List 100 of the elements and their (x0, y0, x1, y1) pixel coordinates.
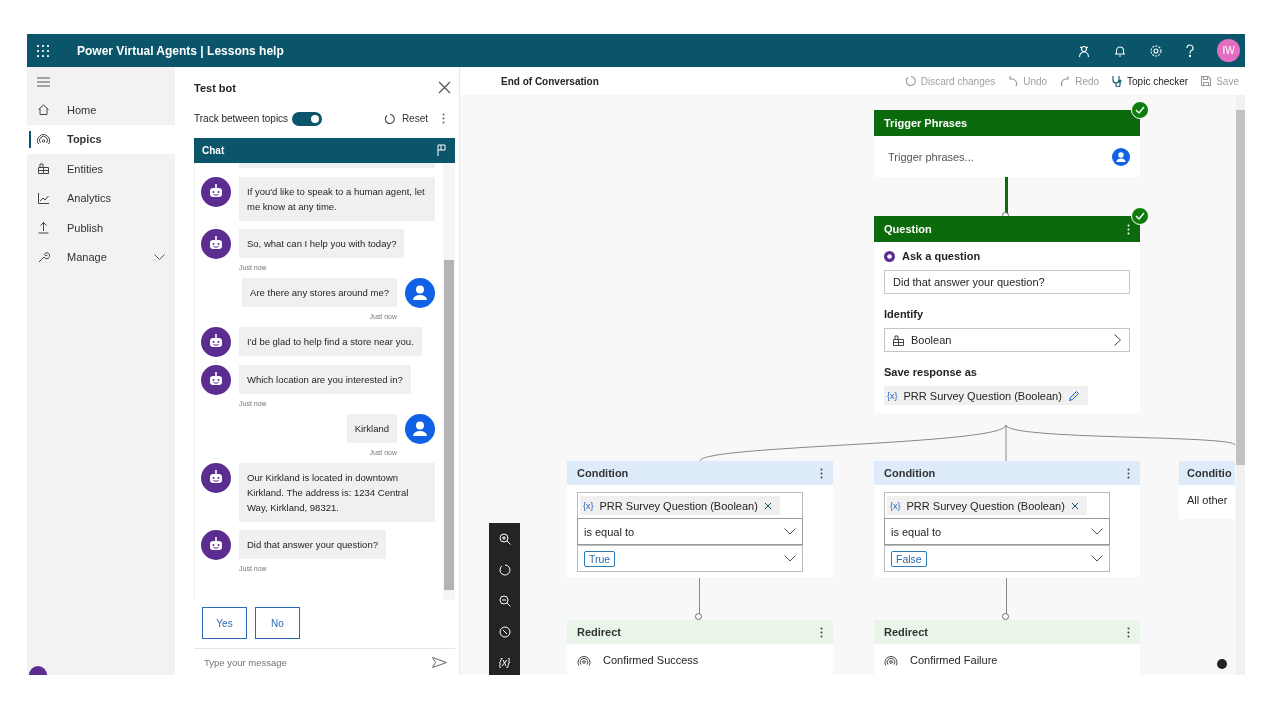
toolbar-button[interactable]: Topic checker (1105, 75, 1195, 87)
connector-line (1005, 177, 1008, 214)
bot-avatar-icon (201, 529, 231, 560)
bot-avatar-icon (201, 462, 231, 493)
app-title: Power Virtual Agents | Lessons help (77, 43, 284, 58)
pencil-icon[interactable] (1067, 389, 1080, 402)
flag-icon[interactable] (437, 144, 447, 157)
chevron-down-icon (1091, 528, 1103, 535)
scrollbar[interactable] (443, 162, 455, 601)
operator-dropdown[interactable]: is equal to (577, 518, 803, 545)
node-header: Condition (874, 461, 1140, 485)
bell-icon[interactable] (1113, 43, 1127, 58)
message-bubble: Which location are you interested in? (239, 364, 411, 394)
nav-item[interactable]: Entities (27, 154, 175, 184)
chat-title: Chat (202, 144, 225, 156)
bot-avatar-icon (201, 364, 231, 395)
redo-icon (1059, 75, 1072, 87)
topics-icon (37, 132, 50, 146)
panel-title: Test bot (194, 81, 236, 94)
zoom-out-icon[interactable] (498, 595, 511, 607)
nav-item[interactable]: Manage (27, 242, 175, 272)
trigger-node[interactable]: Trigger Phrases Trigger phrases... (874, 110, 1140, 177)
user-avatar-icon (405, 413, 435, 444)
connector-line (1006, 578, 1007, 614)
nav-item[interactable]: Home (27, 95, 175, 125)
nav-item[interactable]: Topics (27, 124, 175, 154)
condition-text: All other (1187, 494, 1228, 506)
bot-avatar-icon (201, 326, 231, 357)
reset-icon[interactable] (498, 564, 511, 576)
trigger-placeholder: Trigger phrases... (888, 150, 974, 163)
topic-icon (884, 654, 898, 666)
nav-item[interactable]: Analytics (27, 183, 175, 213)
user-avatar-icon (405, 277, 435, 308)
app-launcher-icon[interactable] (37, 44, 49, 57)
message-bubble: I'd be glad to help find a store near you. (239, 326, 422, 356)
toggle-label: Track between topics (194, 113, 289, 125)
help-icon[interactable] (1185, 43, 1195, 58)
node-header: Trigger Phrases (874, 110, 1140, 136)
save-icon (1200, 75, 1213, 87)
home-icon (37, 103, 50, 117)
analytics-icon (37, 191, 50, 205)
nav-item[interactable]: Publish (27, 213, 175, 243)
bot-avatar-icon (201, 228, 231, 259)
message-input[interactable]: Type your message (202, 655, 432, 669)
more-icon[interactable] (1127, 626, 1130, 638)
more-icon[interactable] (820, 626, 823, 638)
topic-title: End of Conversation (501, 75, 599, 87)
condition-node[interactable]: Conditio All other (1179, 461, 1235, 519)
entities-icon (37, 162, 50, 176)
avatar-icon[interactable] (29, 666, 47, 675)
settings-icon[interactable] (1149, 43, 1163, 58)
toggle-switch[interactable] (292, 111, 323, 126)
quick-reply-button[interactable]: Yes (202, 607, 247, 640)
reset-icon (383, 112, 396, 125)
node-header: Condition (567, 461, 833, 485)
reset-button[interactable]: Reset (383, 112, 438, 125)
redirect-node[interactable]: Redirect Confirmed Failure (874, 620, 1140, 675)
question-node[interactable]: Question Ask a question Did that answer your question? Identify Boolean Save response as {x} PRR Survey Question (Boolean) (874, 216, 1140, 413)
chevron-down-icon (784, 528, 796, 535)
info-icon[interactable] (1217, 659, 1227, 669)
scrollbar[interactable] (1236, 95, 1245, 675)
redirect-target: Confirmed Success (603, 654, 699, 666)
manage-icon (37, 250, 50, 264)
more-icon[interactable] (1127, 223, 1130, 235)
redirect-target: Confirmed Failure (910, 654, 998, 666)
more-icon[interactable] (1127, 467, 1130, 479)
close-icon[interactable] (438, 81, 451, 95)
variable-chip[interactable]: {x} PRR Survey Question (Boolean) (884, 386, 1088, 405)
condition-node[interactable]: Condition {x} PRR Survey Question (Boolean) is equal to True (567, 461, 833, 577)
fit-icon[interactable] (498, 626, 511, 638)
entity-select[interactable]: Boolean (884, 328, 1130, 352)
variable-chip[interactable]: {x} PRR Survey Question (Boolean) (580, 496, 780, 515)
publish-icon (37, 221, 50, 235)
condition-node[interactable]: Condition {x} PRR Survey Question (Boolean) is equal to False (874, 461, 1140, 577)
close-icon[interactable] (763, 501, 772, 510)
bot-avatar-icon (201, 176, 231, 207)
variables-button[interactable]: {x} (498, 657, 511, 668)
quick-reply-button[interactable]: No (255, 607, 300, 640)
node-header: Redirect (567, 620, 833, 644)
redirect-node[interactable]: Redirect Confirmed Success (567, 620, 833, 675)
more-icon[interactable] (820, 467, 823, 479)
value-dropdown[interactable]: False (885, 545, 1109, 571)
variable-chip[interactable]: {x} PRR Survey Question (Boolean) (887, 496, 1087, 515)
close-icon[interactable] (1070, 501, 1079, 510)
node-header: Redirect (874, 620, 1140, 644)
field-label: Save response as (884, 366, 978, 378)
chevron-down-icon (1091, 555, 1103, 562)
person-icon[interactable] (1077, 43, 1091, 58)
stethoscope-icon (1111, 75, 1124, 87)
field-label: Identify (884, 308, 925, 320)
more-icon[interactable] (442, 113, 445, 125)
value-dropdown[interactable]: True (578, 545, 802, 571)
field-label: Ask a question (902, 250, 981, 262)
chevron-down-icon (154, 253, 165, 261)
send-icon[interactable] (432, 656, 447, 668)
operator-dropdown[interactable]: is equal to (884, 518, 1110, 545)
node-header: Question (874, 216, 1140, 242)
zoom-in-icon[interactable] (498, 533, 511, 545)
question-field[interactable]: Did that answer your question? (884, 270, 1130, 294)
message-bubble: Kirkland (346, 413, 397, 443)
